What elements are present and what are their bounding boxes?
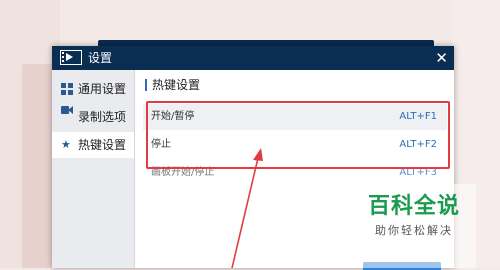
- dialog-titlebar[interactable]: 设置 ✕: [52, 46, 454, 70]
- app-logo-icon: [60, 50, 82, 65]
- sidebar-item-hotkeys[interactable]: ★ 热键设置: [52, 132, 134, 158]
- sidebar-item-label: 录制选项: [78, 110, 127, 124]
- settings-sidebar: 通用设置 录制选项 ★ 热键设置: [52, 70, 135, 268]
- close-button[interactable]: ✕: [435, 48, 448, 68]
- watermark: 百科全说 助你轻松解决: [352, 184, 476, 268]
- sidebar-item-label: 热键设置: [78, 138, 127, 152]
- annotation-highlight-box: [146, 101, 450, 169]
- section-title: 热键设置: [152, 78, 201, 92]
- sidebar-item-recording[interactable]: 录制选项: [52, 104, 134, 130]
- grid-icon: [61, 83, 73, 95]
- sidebar-item-general[interactable]: 通用设置: [52, 76, 134, 102]
- watermark-title: 百科全说: [367, 194, 460, 219]
- section-marker: [145, 79, 147, 91]
- dialog-title: 设置: [88, 51, 113, 65]
- watermark-subtitle: 助你轻松解决: [375, 224, 453, 237]
- star-icon: ★: [61, 138, 71, 151]
- sidebar-item-label: 通用设置: [78, 82, 127, 96]
